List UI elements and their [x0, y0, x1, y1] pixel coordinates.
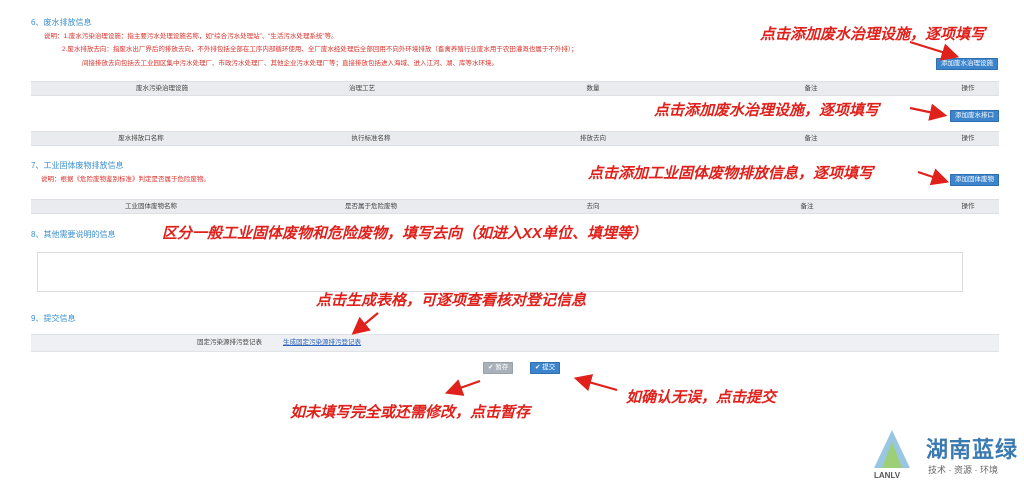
logo-latin: LANLV	[874, 471, 901, 480]
arrow-to-add-facility	[909, 40, 960, 61]
triangle-logo-icon	[874, 430, 910, 468]
logo-name: 湖南蓝绿	[926, 437, 1019, 463]
company-logo: LANLV 湖南蓝绿 技术 · 资源 · 环境	[872, 428, 1024, 482]
arrow-to-add-outlet	[909, 103, 948, 121]
arrow-to-add-waste	[917, 168, 950, 186]
arrow-to-generate-link	[351, 312, 379, 335]
annotation-arrows	[351, 40, 960, 396]
logo-tagline: 技术 · 资源 · 环境	[928, 465, 998, 475]
arrow-to-save	[444, 379, 481, 396]
arrow-to-submit	[573, 374, 618, 392]
